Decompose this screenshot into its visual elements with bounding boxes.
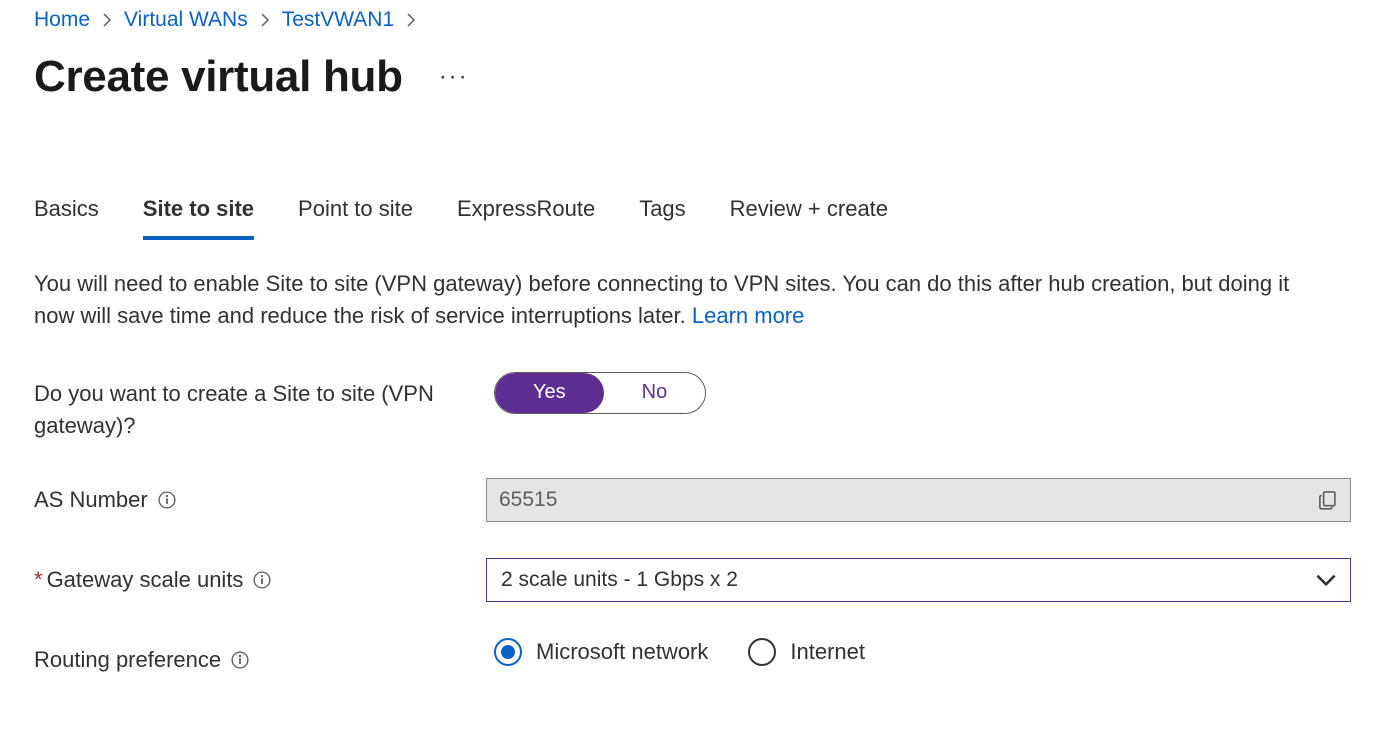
- as-number-field: 65515: [486, 478, 1351, 522]
- breadcrumb-testvwan1[interactable]: TestVWAN1: [282, 8, 394, 32]
- tab-point-to-site[interactable]: Point to site: [298, 192, 413, 240]
- tab-expressroute[interactable]: ExpressRoute: [457, 192, 595, 240]
- info-icon[interactable]: [253, 571, 271, 589]
- chevron-right-icon: [404, 13, 418, 27]
- chevron-down-icon: [1316, 570, 1336, 590]
- page-title: Create virtual hub: [34, 52, 403, 102]
- routing-pref-internet[interactable]: Internet: [748, 638, 865, 666]
- tabs: Basics Site to site Point to site Expres…: [34, 192, 1351, 240]
- as-number-value: 65515: [499, 488, 557, 512]
- breadcrumb: Home Virtual WANs TestVWAN1: [34, 8, 1351, 32]
- create-gateway-label: Do you want to create a Site to site (VP…: [34, 372, 494, 442]
- chevron-right-icon: [258, 13, 272, 27]
- create-gateway-no[interactable]: No: [604, 373, 706, 413]
- create-gateway-toggle: Yes No: [494, 372, 706, 414]
- routing-pref-microsoft-label: Microsoft network: [536, 639, 708, 665]
- learn-more-link[interactable]: Learn more: [692, 303, 805, 328]
- breadcrumb-virtual-wans[interactable]: Virtual WANs: [124, 8, 248, 32]
- routing-pref-microsoft[interactable]: Microsoft network: [494, 638, 708, 666]
- info-icon[interactable]: [158, 491, 176, 509]
- tab-description: You will need to enable Site to site (VP…: [34, 268, 1334, 332]
- routing-preference-group: Microsoft network Internet: [494, 638, 1351, 666]
- create-gateway-yes[interactable]: Yes: [495, 373, 604, 413]
- tab-description-text: You will need to enable Site to site (VP…: [34, 271, 1289, 328]
- scale-units-value: 2 scale units - 1 Gbps x 2: [501, 568, 738, 592]
- breadcrumb-home[interactable]: Home: [34, 8, 90, 32]
- copy-icon[interactable]: [1318, 490, 1338, 510]
- tab-site-to-site[interactable]: Site to site: [143, 192, 254, 240]
- tab-tags[interactable]: Tags: [639, 192, 685, 240]
- more-actions-button[interactable]: ···: [433, 63, 475, 91]
- routing-preference-label: Routing preference: [34, 638, 494, 676]
- info-icon[interactable]: [231, 651, 249, 669]
- chevron-right-icon: [100, 13, 114, 27]
- routing-pref-internet-label: Internet: [790, 639, 865, 665]
- tab-review-create[interactable]: Review + create: [730, 192, 888, 240]
- tab-basics[interactable]: Basics: [34, 192, 99, 240]
- as-number-label: AS Number: [34, 478, 486, 516]
- scale-units-select[interactable]: 2 scale units - 1 Gbps x 2: [486, 558, 1351, 602]
- scale-units-label: *Gateway scale units: [34, 558, 486, 596]
